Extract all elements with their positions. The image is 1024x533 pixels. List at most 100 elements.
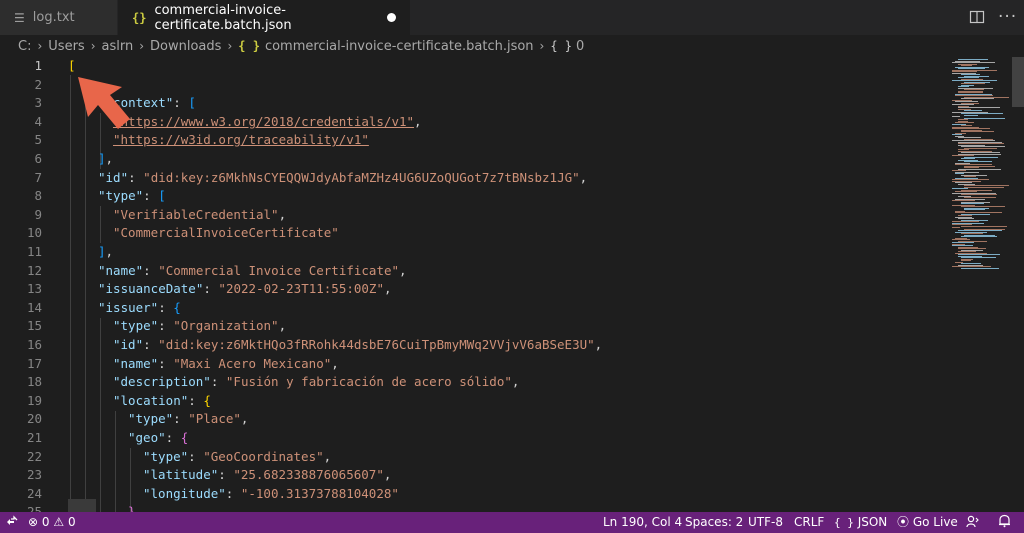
minimap-line	[952, 227, 960, 229]
code-line-8: "type": [	[98, 188, 166, 204]
code-line-10: "CommercialInvoiceCertificate"	[113, 225, 339, 241]
error-count: 0	[41, 515, 50, 529]
chevron-right-icon: ›	[37, 39, 43, 53]
line-number: 12	[26, 262, 42, 278]
chevron-right-icon: ›	[139, 39, 145, 53]
line-number: 18	[26, 374, 42, 390]
line-ending[interactable]: CRLF	[794, 512, 824, 533]
line-number: 16	[26, 337, 42, 352]
chevron-right-icon: ›	[90, 39, 96, 53]
code-line-9: "VerifiableCredential",	[113, 206, 287, 222]
breadcrumb-users[interactable]: Users	[48, 39, 84, 54]
code-line-18: "description": "Fusión y fabricación de …	[113, 374, 520, 390]
tab-bar: ☰ log.txt {} commercial-invoice-certific…	[0, 0, 1024, 35]
code-line-13: "issuanceDate": "2022-02-23T11:55:00Z",	[98, 281, 392, 297]
code-line-20: "type": "Place",	[128, 411, 249, 427]
line-number: 3	[34, 95, 42, 111]
error-icon: ⊗	[28, 515, 39, 529]
code-line-14: "issuer": {	[98, 299, 181, 315]
code-line-1: [	[68, 58, 76, 73]
feedback-icon[interactable]	[966, 512, 979, 533]
line-number: 23	[26, 467, 42, 483]
breadcrumb-downloads[interactable]: Downloads	[150, 39, 221, 54]
line-number: 2	[34, 76, 42, 92]
vertical-scrollbar[interactable]	[1010, 57, 1024, 512]
code-line-21: "geo": {	[128, 430, 189, 445]
breadcrumb: C: › Users › aslrn › Downloads › { } com…	[0, 35, 1024, 57]
line-number: 11	[26, 244, 42, 259]
code-line-25: },	[128, 504, 144, 512]
language-mode[interactable]: { } JSON	[834, 512, 887, 533]
minimap-line	[964, 209, 985, 211]
code-line-17: "name": "Maxi Acero Mexicano",	[113, 355, 339, 371]
line-number: 6	[34, 151, 42, 166]
status-bar: ⊗ 0 ⚠ 0 Ln 190, Col 4 Spaces: 2 UTF-8 CR…	[0, 512, 1024, 533]
code-line-11: ],	[98, 244, 114, 259]
json-braces-icon: { }	[834, 516, 854, 529]
lines-icon: ☰	[14, 10, 25, 25]
code-line-19: "location": {	[113, 392, 211, 408]
line-number: 20	[26, 411, 42, 427]
line-number: 13	[26, 281, 42, 297]
line-number: 22	[26, 448, 42, 464]
unsaved-dot-icon[interactable]	[387, 13, 396, 22]
breadcrumb-symbol[interactable]: 0	[576, 39, 584, 54]
json-braces-icon: {}	[132, 10, 147, 25]
line-number-gutter: 1 2 3 4 5 6 7 8 9 10 11 12 13 14 15 16 17 18 19 20 21 22 23 24 2…	[0, 57, 56, 512]
tab-commercial-invoice-certificate[interactable]: {} commercial-invoice-certificate.batch.…	[118, 0, 410, 35]
encoding[interactable]: UTF-8	[748, 512, 783, 533]
code-line-4: "https://www.w3.org/2018/credentials/v1"…	[113, 113, 422, 129]
line-number: 24	[26, 485, 42, 501]
minimap[interactable]	[948, 57, 1010, 512]
chevron-right-icon: ›	[539, 39, 545, 53]
code-line-22: "type": "GeoCoordinates",	[143, 448, 332, 464]
go-live-button[interactable]: ⦿ Go Live	[897, 512, 958, 533]
problems-indicator[interactable]: ⊗ 0 ⚠ 0	[28, 512, 76, 533]
line-number: 8	[34, 188, 42, 204]
line-number: 14	[26, 299, 42, 315]
line-number: 10	[26, 225, 42, 241]
line-number: 17	[26, 355, 42, 371]
annotation-arrow-icon	[78, 77, 130, 129]
broadcast-icon: ⦿	[897, 515, 910, 529]
cursor-position[interactable]: Ln 190, Col 4	[603, 512, 682, 533]
line-number: 21	[26, 430, 42, 445]
code-line-12: "name": "Commercial Invoice Certificate"…	[98, 262, 407, 278]
warning-count: 0	[67, 515, 76, 529]
tab-log-txt[interactable]: ☰ log.txt	[0, 0, 118, 35]
line-number: 15	[26, 318, 42, 334]
minimap-line	[964, 186, 1004, 188]
object-braces-icon: { }	[550, 39, 573, 53]
breadcrumb-user[interactable]: aslrn	[102, 39, 134, 54]
split-editor-icon[interactable]	[969, 9, 985, 29]
code-line-5: "https://w3id.org/traceability/v1"	[113, 132, 369, 148]
line-number: 7	[34, 169, 42, 185]
line-number: 9	[34, 206, 42, 222]
minimap-line	[964, 114, 978, 116]
notifications-bell-icon[interactable]	[998, 512, 1011, 533]
code-area[interactable]: [ { "@context": [ "https://www.w3.org/20…	[68, 57, 948, 512]
json-braces-icon: { }	[238, 39, 260, 53]
breadcrumb-drive[interactable]: C:	[18, 39, 31, 54]
warning-icon: ⚠	[53, 515, 65, 529]
minimap-line	[964, 117, 1005, 119]
remote-icon[interactable]	[6, 512, 18, 533]
tab-label: commercial-invoice-certificate.batch.jso…	[154, 2, 292, 33]
chevron-right-icon: ›	[227, 39, 233, 53]
scrollbar-thumb[interactable]	[1012, 57, 1024, 107]
minimap-line	[961, 225, 1007, 227]
line-number: 4	[34, 113, 42, 129]
breadcrumb-file[interactable]: commercial-invoice-certificate.batch.jso…	[265, 39, 534, 54]
code-line-24: "longitude": "-100.31373788104028"	[143, 485, 399, 501]
indentation[interactable]: Spaces: 2	[685, 512, 743, 533]
code-line-16: "id": "did:key:z6MktHQo3fRRohk44dsbE76Cu…	[113, 337, 603, 352]
go-live-label: Go Live	[912, 515, 958, 529]
code-line-7: "id": "did:key:z6MkhNsCYEQQWJdyAbfaMZHz4…	[98, 169, 588, 185]
line-number: 5	[34, 132, 42, 148]
editor[interactable]: 1 2 3 4 5 6 7 8 9 10 11 12 13 14 15 16 17 18 19 20 21 22 23 24 2…	[0, 57, 1024, 512]
code-line-23: "latitude": "25.682338876065607",	[143, 467, 392, 483]
code-line-6: ],	[98, 151, 114, 166]
more-actions-icon[interactable]: ···	[998, 7, 1017, 27]
line-number: 19	[26, 392, 42, 408]
line-number: 1	[34, 58, 42, 73]
